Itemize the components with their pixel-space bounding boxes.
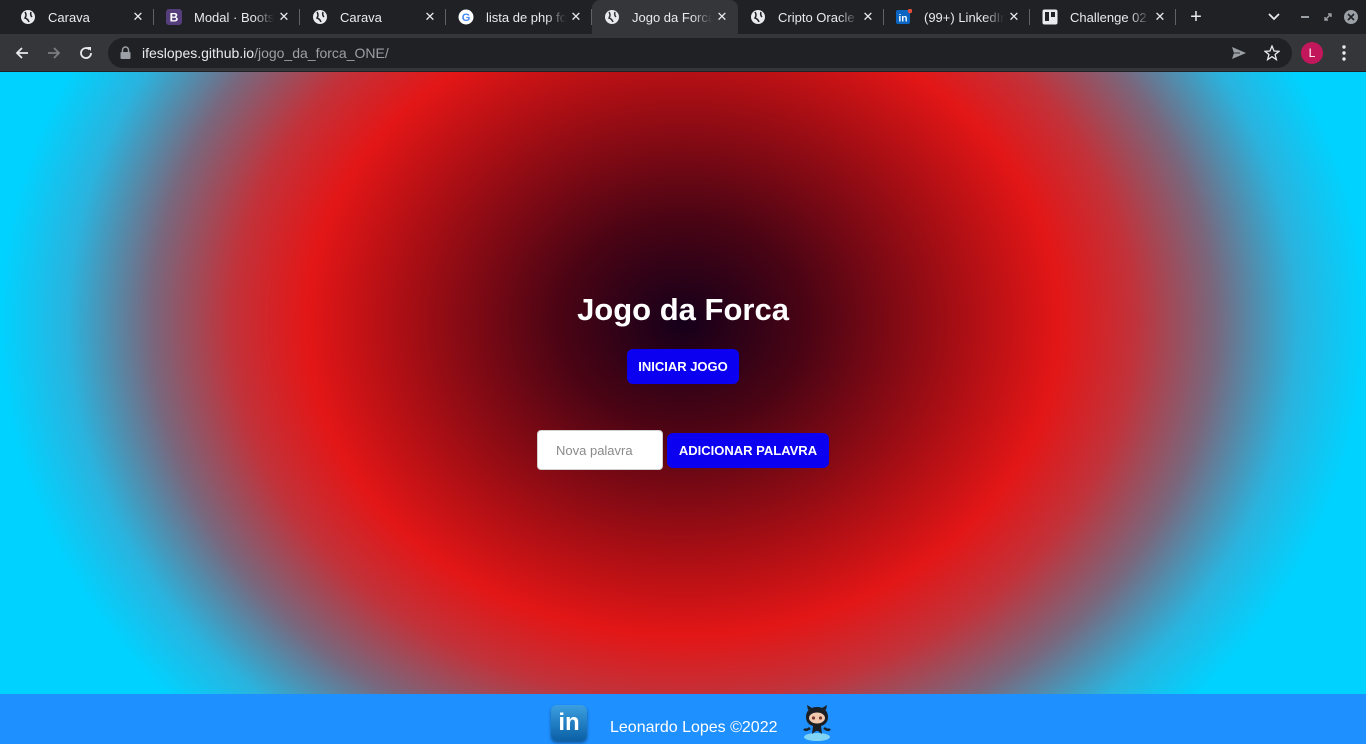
- tab-title: lista de php fo: [486, 9, 566, 25]
- tab-strip: Carava ✕ B Modal · Bootstrap ✕ Carava ✕ …: [0, 0, 1366, 34]
- svg-text:G: G: [462, 12, 471, 24]
- forward-button[interactable]: [40, 39, 68, 67]
- back-button[interactable]: [8, 39, 36, 67]
- close-icon[interactable]: ✕: [712, 7, 732, 27]
- globe-icon: [20, 9, 36, 25]
- tab-linkedin[interactable]: in (99+) LinkedIn ✕: [884, 0, 1030, 34]
- close-icon[interactable]: ✕: [1004, 7, 1024, 27]
- tab-bootstrap-modal[interactable]: B Modal · Bootstrap ✕: [154, 0, 300, 34]
- tab-separator: [1175, 9, 1176, 25]
- tab-title: Carava: [48, 9, 90, 25]
- footer-credit: Leonardo Lopes ©2022: [610, 719, 778, 736]
- minimize-button[interactable]: [1296, 8, 1314, 26]
- browser-toolbar: ifeslopes.github.io/jogo_da_forca_ONE/ L: [0, 34, 1366, 72]
- page-title: Jogo da Forca: [577, 292, 789, 327]
- close-icon[interactable]: ✕: [274, 7, 294, 27]
- google-icon: G: [458, 9, 474, 25]
- lock-icon[interactable]: [120, 46, 131, 64]
- svg-text:B: B: [170, 11, 179, 25]
- tab-title: (99+) LinkedIn: [924, 9, 1004, 25]
- tab-title: Challenge 02: [1070, 9, 1147, 25]
- trello-icon: [1042, 9, 1058, 25]
- close-icon[interactable]: ✕: [128, 7, 148, 27]
- tab-google-search[interactable]: G lista de php fo ✕: [446, 0, 592, 34]
- github-octocat-icon[interactable]: [800, 704, 834, 742]
- close-icon[interactable]: ✕: [566, 7, 586, 27]
- tab-title: Carava: [340, 9, 382, 25]
- add-word-button[interactable]: ADICIONAR PALAVRA: [667, 433, 829, 468]
- close-icon[interactable]: ✕: [420, 7, 440, 27]
- tab-carava-2[interactable]: Carava ✕: [300, 0, 446, 34]
- tab-challenge-02[interactable]: Challenge 02 ✕: [1030, 0, 1176, 34]
- svg-text:in: in: [899, 14, 908, 25]
- page-viewport: Jogo da Forca INICIAR JOGO ADICIONAR PAL…: [0, 72, 1366, 744]
- close-window-button[interactable]: [1342, 8, 1360, 26]
- globe-icon: [312, 9, 328, 25]
- bookmark-star-icon[interactable]: [1263, 44, 1281, 62]
- globe-icon: [604, 9, 620, 25]
- profile-avatar[interactable]: L: [1301, 42, 1323, 64]
- bootstrap-icon: B: [166, 9, 182, 25]
- new-tab-button[interactable]: +: [1184, 5, 1208, 29]
- reload-button[interactable]: [72, 39, 100, 67]
- tab-search-button[interactable]: [1265, 8, 1283, 26]
- linkedin-logo-icon[interactable]: in: [551, 705, 587, 741]
- start-game-button[interactable]: INICIAR JOGO: [627, 349, 739, 384]
- maximize-button[interactable]: [1319, 8, 1337, 26]
- tab-cripto-oracle[interactable]: Cripto Oracle ✕: [738, 0, 884, 34]
- address-bar[interactable]: ifeslopes.github.io/jogo_da_forca_ONE/: [108, 38, 1292, 68]
- linkedin-icon: in: [896, 9, 912, 25]
- url-path: /jogo_da_forca_ONE/: [254, 45, 389, 61]
- tab-title: Modal · Bootstrap: [194, 9, 274, 25]
- game-main: Jogo da Forca INICIAR JOGO ADICIONAR PAL…: [0, 72, 1366, 694]
- send-icon[interactable]: [1230, 44, 1248, 62]
- close-icon[interactable]: ✕: [1150, 7, 1170, 27]
- close-icon[interactable]: ✕: [858, 7, 878, 27]
- tab-title: Cripto Oracle: [778, 9, 855, 25]
- page-footer: in Leonardo Lopes ©2022: [0, 694, 1366, 744]
- tab-jogo-da-forca[interactable]: Jogo da Forca ✕: [592, 0, 738, 34]
- url-text[interactable]: ifeslopes.github.io/jogo_da_forca_ONE/: [142, 45, 389, 61]
- tab-title: Jogo da Forca: [632, 9, 712, 25]
- url-host: ifeslopes.github.io: [142, 45, 255, 61]
- tab-carava-1[interactable]: Carava ✕: [8, 0, 154, 34]
- browser-menu-icon[interactable]: [1334, 41, 1354, 65]
- globe-icon: [750, 9, 766, 25]
- new-word-input[interactable]: [537, 430, 663, 470]
